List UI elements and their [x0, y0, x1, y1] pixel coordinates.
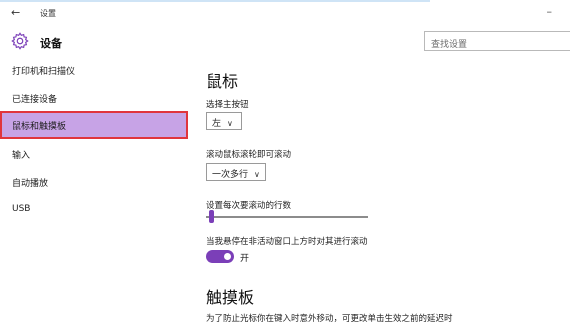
toggle-state-label: 开 — [240, 254, 250, 264]
chevron-down-icon: ∨ — [227, 119, 233, 128]
sidebar-item-label: 已连接设备 — [12, 95, 58, 105]
inactive-scroll-toggle[interactable] — [206, 250, 234, 263]
sidebar-item-usb[interactable]: USB — [0, 196, 188, 224]
title-bar: ← 设置 – — [0, 2, 570, 24]
sidebar-item-mouse-touchpad[interactable]: 鼠标和触摸板 — [0, 111, 188, 139]
touchpad-heading: 触摸板 — [206, 288, 255, 307]
main-content: 鼠标 选择主按钮 左 ∨ 滚动鼠标滚轮即可滚动 一次多行 ∨ 设置每次要滚动的行数 … — [206, 56, 570, 326]
page-header: 设备 — [0, 28, 570, 54]
scroll-mode-label: 滚动鼠标滚轮即可滚动 — [206, 150, 292, 160]
sidebar-item-autoplay[interactable]: 自动播放 — [0, 168, 188, 196]
sidebar-item-label: USB — [12, 204, 31, 214]
dropdown-value: 左 — [212, 119, 222, 129]
sidebar-item-label: 鼠标和触摸板 — [12, 122, 67, 132]
window-title: 设置 — [40, 9, 56, 18]
inactive-scroll-label: 当我悬停在非活动窗口上方时对其进行滚动 — [206, 237, 368, 247]
sidebar-item-label: 打印机和扫描仪 — [12, 67, 76, 77]
gear-icon — [11, 32, 29, 50]
sidebar-item-input[interactable]: 输入 — [0, 140, 188, 168]
lines-to-scroll-label: 设置每次要滚动的行数 — [206, 201, 292, 211]
sidebar-item-label: 输入 — [12, 151, 31, 161]
toggle-knob — [224, 253, 231, 260]
sidebar-item-printers[interactable]: 打印机和扫描仪 — [0, 56, 188, 84]
slider-thumb[interactable] — [209, 210, 214, 223]
dropdown-value: 一次多行 — [212, 170, 249, 180]
sidebar-nav: 打印机和扫描仪 已连接设备 鼠标和触摸板 输入 自动播放 USB — [0, 56, 188, 326]
search-input[interactable] — [425, 36, 570, 54]
scroll-mode-dropdown[interactable]: 一次多行 ∨ — [206, 163, 266, 181]
chevron-down-icon: ∨ — [254, 170, 260, 179]
primary-button-dropdown[interactable]: 左 ∨ — [206, 112, 242, 130]
mouse-heading: 鼠标 — [206, 72, 239, 91]
sidebar-item-connected-devices[interactable]: 已连接设备 — [0, 84, 188, 112]
lines-to-scroll-slider[interactable] — [206, 216, 368, 218]
search-box[interactable] — [424, 31, 570, 54]
sidebar-item-label: 自动播放 — [12, 179, 49, 189]
touchpad-description: 为了防止光标你在键入时意外移动，可更改单击生效之前的延迟时 — [206, 314, 453, 324]
minimize-button[interactable]: – — [547, 5, 553, 18]
back-arrow-icon[interactable]: ← — [11, 6, 20, 19]
primary-button-label: 选择主按钮 — [206, 100, 249, 110]
page-title: 设备 — [40, 37, 62, 50]
